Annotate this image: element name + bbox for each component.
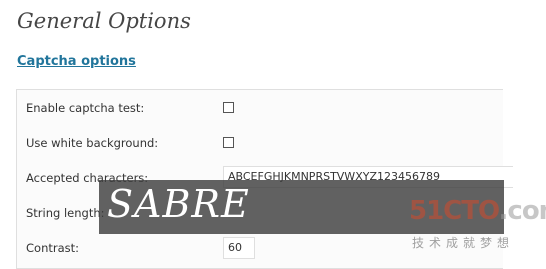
overlay-title: SABRE (107, 182, 250, 226)
page-title: General Options (17, 9, 191, 33)
captcha-options-link[interactable]: Captcha options (17, 54, 136, 69)
string-length-label: String length: (26, 206, 105, 220)
white-background-checkbox[interactable] (223, 137, 234, 148)
contrast-label: Contrast: (26, 241, 80, 255)
enable-captcha-label: Enable captcha test: (26, 101, 145, 115)
watermark-logo-suffix: .com (498, 196, 546, 226)
contrast-field[interactable]: 60 (223, 237, 255, 259)
white-background-label: Use white background: (26, 136, 159, 150)
enable-captcha-checkbox[interactable] (223, 102, 234, 113)
watermark-tagline: 技术成就梦想 (412, 236, 515, 250)
watermark-logo: 51CTO.com (409, 196, 546, 226)
watermark-logo-main: 51CTO (409, 196, 500, 226)
